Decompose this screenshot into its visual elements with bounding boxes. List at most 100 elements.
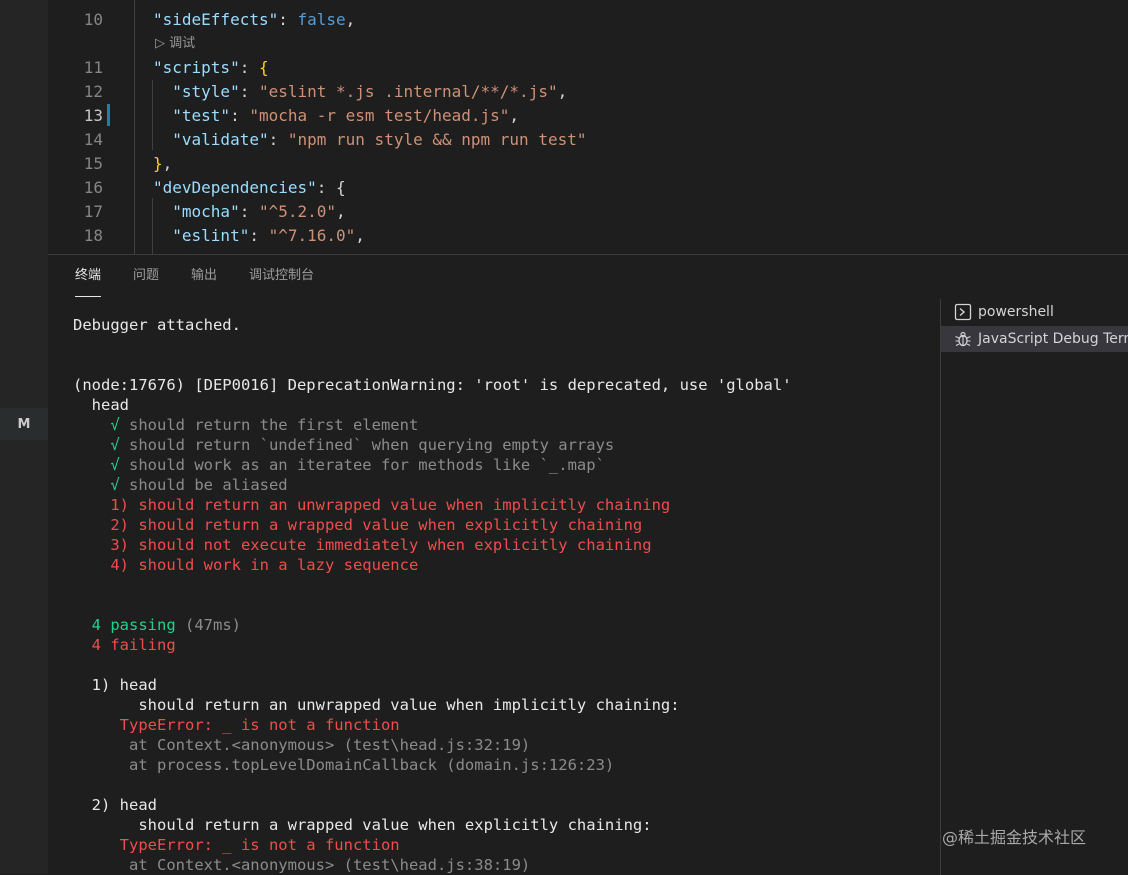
terminal-text: at process.topLevelDomainCallback (domai… bbox=[73, 756, 615, 774]
code-text: "mocha": "^5.2.0", bbox=[153, 200, 345, 224]
line-number: 16 bbox=[83, 178, 103, 197]
code-token: , bbox=[355, 226, 365, 245]
terminal-line: should return a wrapped value when expli… bbox=[73, 815, 651, 835]
terminal-text: 4 passing bbox=[73, 616, 176, 634]
code-token: : { bbox=[316, 178, 346, 197]
line-number: 11 bbox=[83, 58, 103, 77]
terminal-line: at process.topLevelDomainCallback (domai… bbox=[73, 755, 614, 775]
code-token: "test" bbox=[172, 106, 231, 125]
code-token: : bbox=[278, 10, 298, 29]
terminal-line: 1) should return an unwrapped value when… bbox=[73, 495, 670, 515]
terminal-text: at Context.<anonymous> (test\head.js:32:… bbox=[73, 736, 531, 754]
code-token: "mocha" bbox=[172, 202, 240, 221]
code-text: "style": "eslint *.js .internal/**/*.js"… bbox=[153, 80, 567, 104]
tab-problems[interactable]: 问题 bbox=[133, 255, 159, 297]
pass-check-icon: √ bbox=[73, 476, 129, 494]
line-number: 18 bbox=[83, 226, 103, 245]
code-line: 18 "eslint": "^7.16.0", bbox=[48, 224, 1128, 248]
pass-check-icon: √ bbox=[73, 416, 129, 434]
terminal-text: at Context.<anonymous> (test\head.js:38:… bbox=[73, 856, 531, 874]
tab-output[interactable]: 输出 bbox=[191, 255, 217, 297]
code-text: "eslint": "^7.16.0", bbox=[153, 224, 365, 248]
code-text: "devDependencies": { bbox=[153, 176, 346, 200]
tab-label: 调试控制台 bbox=[249, 268, 315, 283]
terminal-text: 3) should not execute immediately when e… bbox=[73, 536, 652, 554]
terminal-line: should return an unwrapped value when im… bbox=[73, 695, 680, 715]
terminal-line: 1) head bbox=[73, 675, 157, 695]
debug-codelens[interactable]: ▷ 调试 bbox=[155, 34, 195, 54]
code-token: : bbox=[230, 106, 250, 125]
terminal-text: TypeError: _ is not a function bbox=[73, 836, 400, 854]
code-text: "test": "mocha -r esm test/head.js", bbox=[153, 104, 519, 128]
code-token: "style" bbox=[172, 82, 240, 101]
terminal-text: 4 failing bbox=[73, 636, 176, 654]
terminal-line: 2) should return a wrapped value when ex… bbox=[73, 515, 642, 535]
terminal-icon bbox=[954, 303, 972, 321]
line-number: 10 bbox=[83, 10, 103, 29]
tab-label: 输出 bbox=[191, 268, 218, 283]
terminal-line: 3) should not execute immediately when e… bbox=[73, 535, 652, 555]
terminal-text: 1) should return an unwrapped value when… bbox=[73, 496, 671, 514]
line-number: 14 bbox=[83, 130, 103, 149]
terminal-line: (node:17676) [DEP0016] DeprecationWarnin… bbox=[73, 375, 792, 395]
code-token: : bbox=[239, 82, 259, 101]
terminal-item-powershell[interactable]: powershell bbox=[941, 299, 1128, 325]
tab-terminal[interactable]: 终端 bbox=[75, 255, 102, 297]
code-token: : bbox=[249, 226, 269, 245]
code-editor[interactable]: ▷ 调试 10 "sideEffects": false, 11 "scripts":… bbox=[48, 0, 1128, 254]
terminal-line: head bbox=[73, 395, 129, 415]
code-line: 13 "test": "mocha -r esm test/head.js", bbox=[48, 104, 1128, 128]
code-line: 12 "style": "eslint *.js .internal/**/*.… bbox=[48, 80, 1128, 104]
modified-badge[interactable]: M bbox=[0, 408, 48, 440]
terminal-text: 2) head bbox=[73, 796, 157, 814]
code-token: "eslint *.js .internal/**/*.js" bbox=[258, 82, 558, 101]
terminal-text: should return an unwrapped value when im… bbox=[73, 696, 680, 714]
pass-check-icon: √ bbox=[73, 436, 129, 454]
tab-label: 问题 bbox=[133, 268, 160, 283]
line-number: 12 bbox=[83, 82, 103, 101]
duration-text: (47ms) bbox=[175, 616, 241, 634]
line-number: 13 bbox=[83, 106, 103, 125]
terminal-text: 1) head bbox=[73, 676, 157, 694]
terminal-text: head bbox=[73, 396, 129, 414]
line-number: 17 bbox=[83, 202, 103, 221]
code-token: , bbox=[509, 106, 520, 125]
tab-debug-console[interactable]: 调试控制台 bbox=[249, 255, 314, 297]
code-line: 16 "devDependencies": { bbox=[48, 176, 1128, 200]
terminal-output[interactable]: Debugger attached. (node:17676) [DEP0016]… bbox=[48, 299, 940, 875]
code-token: "^5.2.0" bbox=[258, 202, 337, 221]
code-line: 17 "mocha": "^5.2.0", bbox=[48, 200, 1128, 224]
code-text: "scripts": { bbox=[153, 56, 269, 80]
terminal-text: should work as an iteratee for methods l… bbox=[129, 456, 605, 474]
terminal-line: √ should work as an iteratee for methods… bbox=[73, 455, 605, 475]
terminal-line: √ should return the first element bbox=[73, 415, 418, 435]
code-line: 10 "sideEffects": false, bbox=[48, 8, 1128, 32]
code-token: "^7.16.0" bbox=[268, 226, 356, 245]
terminal-item-label: JavaScript Debug Terminal bbox=[978, 331, 1128, 347]
terminal-line: TypeError: _ is not a function bbox=[73, 715, 400, 735]
code-text: "validate": "npm run style && npm run te… bbox=[153, 128, 586, 152]
code-token: { bbox=[258, 58, 269, 77]
terminal-list: powershell JavaScript Debug Terminal bbox=[940, 299, 1128, 875]
terminal-line: Debugger attached. bbox=[73, 315, 241, 335]
bottom-panel: 终端 问题 输出 调试控制台 Debugger attached. (node:1… bbox=[48, 254, 1128, 875]
terminal-line: 4 failing bbox=[73, 635, 176, 655]
code-token: : bbox=[239, 202, 259, 221]
terminal-text: (node:17676) [DEP0016] DeprecationWarnin… bbox=[73, 376, 792, 394]
code-token: "mocha -r esm test/head.js" bbox=[249, 106, 510, 125]
terminal-text: TypeError: _ is not a function bbox=[73, 716, 400, 734]
code-token: : bbox=[268, 130, 288, 149]
pass-check-icon: √ bbox=[73, 456, 129, 474]
code-line: 15}, bbox=[48, 152, 1128, 176]
code-token: : bbox=[239, 58, 259, 77]
code-token: } bbox=[153, 154, 163, 173]
activity-bar: M bbox=[0, 0, 48, 874]
code-text: }, bbox=[153, 152, 172, 176]
bug-icon bbox=[955, 331, 971, 347]
terminal-item-js-debug[interactable]: JavaScript Debug Terminal bbox=[941, 326, 1128, 352]
